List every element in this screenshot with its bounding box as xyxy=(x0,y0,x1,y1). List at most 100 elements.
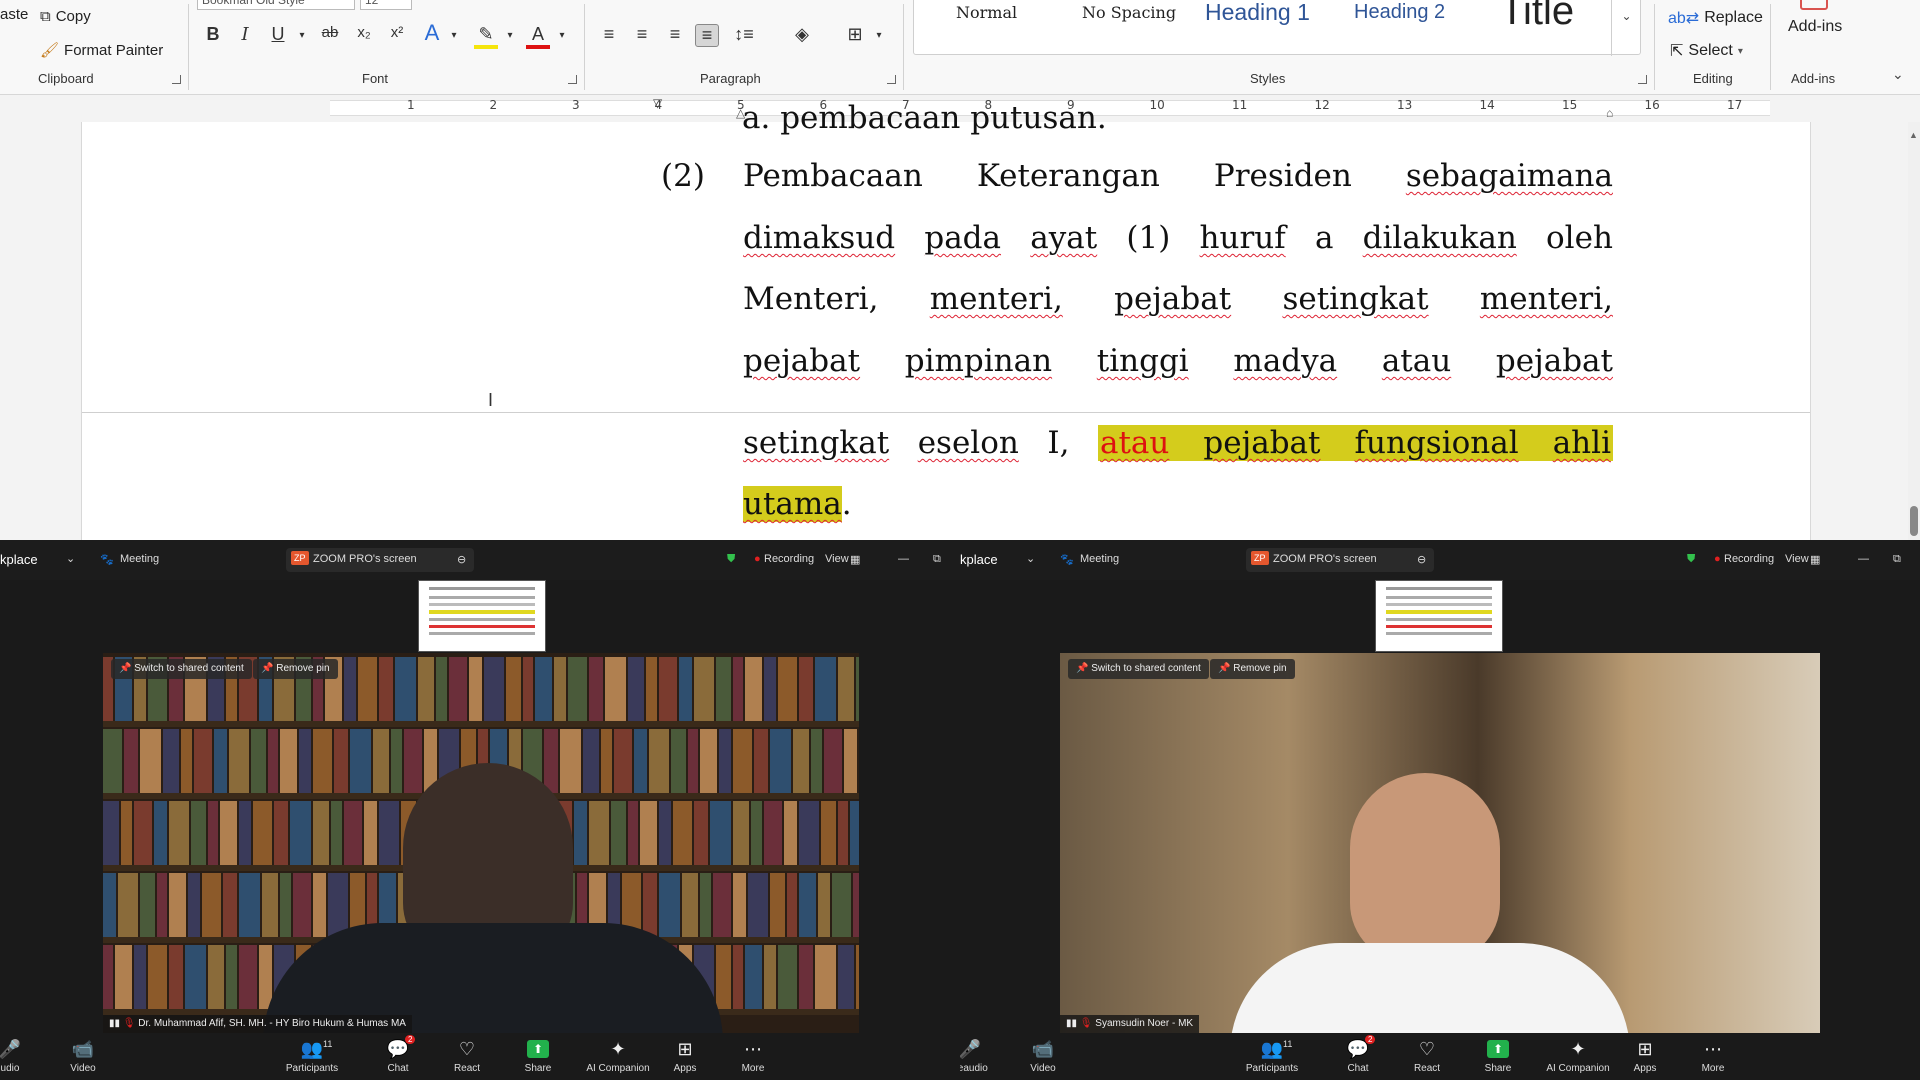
doc-word: pejabat xyxy=(1495,343,1613,379)
toolbar-more-button[interactable]: ⋯ More xyxy=(1678,1035,1748,1074)
paragraph-launcher-icon[interactable] xyxy=(887,75,896,84)
justify-icon[interactable]: ≡ xyxy=(695,24,719,47)
doc-word: sebagaimana xyxy=(1405,158,1613,194)
restore-icon[interactable]: ⧉ xyxy=(933,553,941,566)
italic-icon[interactable]: I xyxy=(233,24,257,45)
page-break xyxy=(82,412,1810,413)
underline-icon[interactable]: U xyxy=(266,24,290,45)
style-title[interactable]: Title xyxy=(1500,0,1574,34)
switch-to-shared-button[interactable]: 📌 Switch to shared content xyxy=(111,659,252,679)
meeting-tab[interactable]: Meeting xyxy=(120,553,159,565)
style-normal[interactable]: Normal xyxy=(956,3,1017,22)
superscript-icon[interactable]: x² xyxy=(385,24,409,41)
toolbar-apps-button[interactable]: ⊞ Apps xyxy=(1610,1035,1680,1074)
subscript-icon[interactable]: x₂ xyxy=(352,24,376,41)
add-ins-icon[interactable] xyxy=(1800,0,1828,10)
shared-screen-thumbnail[interactable] xyxy=(418,580,546,652)
view-grid-icon[interactable]: ▦ xyxy=(850,553,860,566)
vertical-scrollbar[interactable]: ▲ xyxy=(1908,122,1920,540)
meeting-tab[interactable]: Meeting xyxy=(1080,553,1119,565)
paste-button[interactable]: aste xyxy=(0,6,28,23)
toolbar-participants-button[interactable]: 👥 Participants 11 xyxy=(1237,1035,1307,1074)
toolbar-more-button[interactable]: ⋯ More xyxy=(718,1035,788,1074)
chevron-down-icon[interactable]: ⌄ xyxy=(66,552,75,565)
shield-icon[interactable]: ⛊ xyxy=(1687,553,1695,566)
styles-group-label: Styles xyxy=(1250,71,1286,86)
more-options-icon[interactable]: ⊖ xyxy=(457,553,466,566)
align-right-icon[interactable]: ≡ xyxy=(663,24,687,45)
minimize-icon[interactable]: — xyxy=(898,553,909,565)
toolbar-share-button[interactable]: ⬆ Share xyxy=(1463,1035,1533,1074)
participants-count: 11 xyxy=(1283,1039,1293,1049)
styles-launcher-icon[interactable] xyxy=(1638,75,1647,84)
remove-pin-button[interactable]: 📌 Remove pin xyxy=(253,659,338,679)
style-heading-2[interactable]: Heading 2 xyxy=(1354,1,1445,24)
minimize-icon[interactable]: — xyxy=(1858,553,1869,565)
toolbar-ai-companion-button[interactable]: ✦ AI Companion xyxy=(1543,1035,1613,1074)
toolbar-video-button[interactable]: 📹 Video xyxy=(48,1035,118,1074)
doc-line-1: Pembacaan Keterangan Presiden sebagaimana xyxy=(743,158,1613,194)
align-left-icon[interactable]: ≡ xyxy=(597,24,621,45)
shading-icon[interactable]: ◈ xyxy=(790,24,814,45)
doc-word: pejabat xyxy=(1114,281,1232,317)
highlight-caret-icon[interactable]: ▾ xyxy=(498,30,522,41)
borders-caret-icon[interactable]: ▾ xyxy=(867,30,891,41)
toolbar-chat-button[interactable]: 💬 Chat 2 xyxy=(363,1035,433,1074)
chevron-down-icon[interactable]: ⌄ xyxy=(1026,552,1035,565)
toolbar-apps-button[interactable]: ⊞ Apps xyxy=(650,1035,720,1074)
right-indent-icon[interactable]: ⌂ xyxy=(1606,106,1613,120)
font-color-icon[interactable]: A xyxy=(526,24,550,49)
add-ins-button[interactable]: Add-ins xyxy=(1788,18,1842,36)
view-grid-icon[interactable]: ▦ xyxy=(1810,553,1820,566)
participant-video[interactable]: 📌 Switch to shared content 📌 Remove pin … xyxy=(1060,653,1820,1033)
toolbar-ai-companion-button[interactable]: ✦ AI Companion xyxy=(583,1035,653,1074)
document-page[interactable]: a. pembacaan putusan. (2) Pembacaan Keter… xyxy=(81,100,1811,540)
toolbar-participants-button[interactable]: 👥 Participants 11 xyxy=(277,1035,347,1074)
toolbar-chat-button[interactable]: 💬 Chat 2 xyxy=(1323,1035,1393,1074)
strikethrough-icon[interactable]: ab xyxy=(318,24,342,41)
collapse-ribbon-icon[interactable]: ⌄ xyxy=(1892,66,1904,83)
bold-icon[interactable]: B xyxy=(201,24,225,45)
borders-icon[interactable]: ⊞ xyxy=(843,24,867,45)
toolbar-share-button[interactable]: ⬆ Share xyxy=(503,1035,573,1074)
switch-to-shared-button[interactable]: 📌 Switch to shared content xyxy=(1068,659,1209,679)
text-effects-caret-icon[interactable]: ▾ xyxy=(442,30,466,41)
scrollbar-thumb[interactable] xyxy=(1910,506,1918,536)
participant-video[interactable]: 📌 Switch to shared content 📌 Remove pin … xyxy=(103,653,859,1033)
underline-caret-icon[interactable]: ▾ xyxy=(290,30,314,41)
font-color-caret-icon[interactable]: ▾ xyxy=(550,30,574,41)
view-button[interactable]: View xyxy=(1785,553,1809,565)
recording-label[interactable]: Recording xyxy=(764,553,814,565)
view-button[interactable]: View xyxy=(825,553,849,565)
toolbar-react-button[interactable]: ♡ React xyxy=(1392,1035,1462,1074)
ruler-number: 3 xyxy=(572,98,580,112)
signal-icon: ▮▮ xyxy=(1066,1018,1078,1029)
style-heading-1[interactable]: Heading 1 xyxy=(1205,0,1310,26)
recording-label[interactable]: Recording xyxy=(1724,553,1774,565)
restore-icon[interactable]: ⧉ xyxy=(1893,553,1901,566)
toolbar-react-button[interactable]: ♡ React xyxy=(432,1035,502,1074)
shield-icon[interactable]: ⛊ xyxy=(727,553,735,566)
highlight-icon[interactable]: ✎ xyxy=(474,24,498,49)
text-effects-icon[interactable]: A xyxy=(420,20,444,46)
toolbar-audio-button[interactable]: 🎤 Leaudio xyxy=(960,1035,1005,1074)
toolbar-audio-button[interactable]: 🎤 udio xyxy=(0,1035,45,1074)
format-painter-button[interactable]: 🖌 Format Painter xyxy=(40,41,163,60)
style-no-spacing[interactable]: No Spacing xyxy=(1082,3,1176,22)
styles-more-icon[interactable]: ⌄ xyxy=(1611,0,1641,56)
replace-button[interactable]: ab⇄ Replace xyxy=(1668,8,1763,28)
copy-button[interactable]: ⧉ Copy xyxy=(40,8,91,25)
more-options-icon[interactable]: ⊖ xyxy=(1417,553,1426,566)
font-name-box[interactable]: Bookman Old Style xyxy=(197,0,355,10)
remove-pin-button[interactable]: 📌 Remove pin xyxy=(1210,659,1295,679)
font-launcher-icon[interactable] xyxy=(568,75,577,84)
select-button[interactable]: ⇱ Select ▾ xyxy=(1670,41,1743,61)
align-center-icon[interactable]: ≡ xyxy=(630,24,654,45)
line-spacing-icon[interactable]: ↕≡ xyxy=(732,24,756,45)
font-size-box[interactable]: 12 xyxy=(360,0,412,10)
clipboard-launcher-icon[interactable] xyxy=(172,75,181,84)
brush-icon: 🖌 xyxy=(40,42,60,59)
toolbar-video-button[interactable]: 📹 Video xyxy=(1008,1035,1078,1074)
scroll-up-icon[interactable]: ▲ xyxy=(1909,130,1918,140)
shared-screen-thumbnail[interactable] xyxy=(1375,580,1503,652)
